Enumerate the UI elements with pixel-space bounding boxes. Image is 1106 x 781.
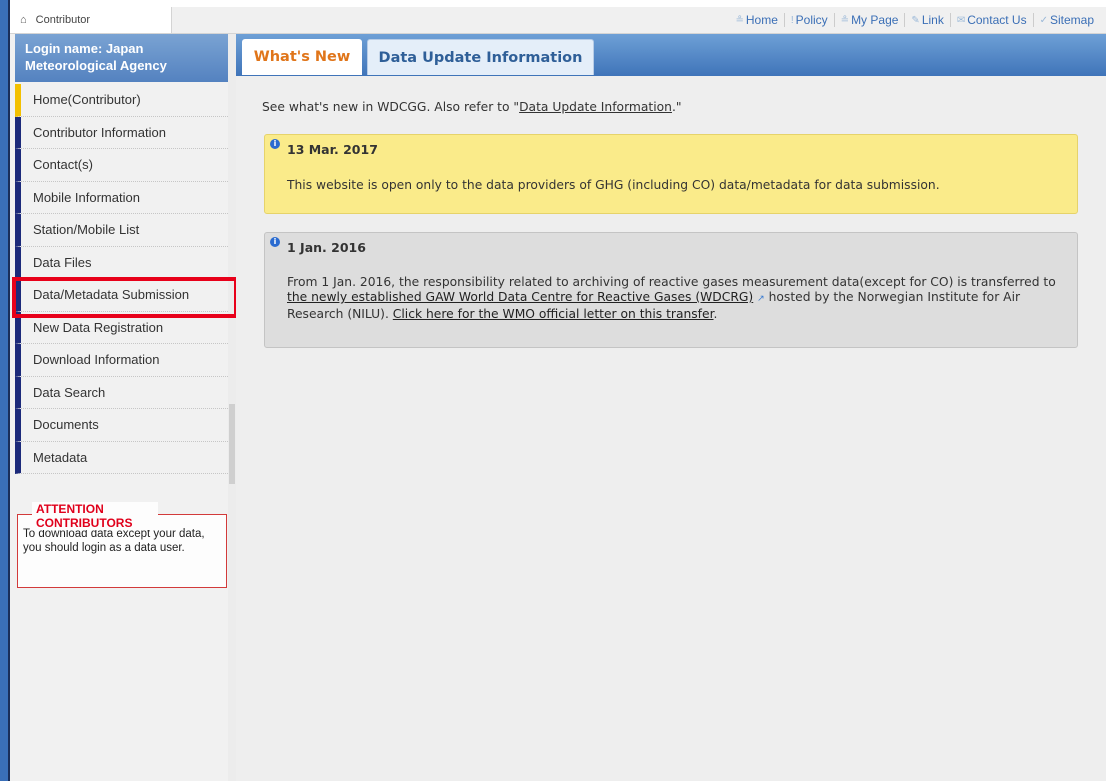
data-update-information-link[interactable]: Data Update Information	[519, 100, 672, 114]
attention-box: ATTENTION CONTRIBUTORS To download data …	[17, 502, 227, 588]
notice-body: From 1 Jan. 2016, the responsibility rel…	[287, 275, 1057, 322]
wdcrg-link[interactable]: the newly established GAW World Data Cen…	[287, 290, 753, 304]
top-link-label: Home	[745, 13, 778, 27]
user-icon: ≗	[840, 14, 850, 26]
top-link-label: Contact Us	[967, 13, 1027, 27]
tab-bar: What's New Data Update Information	[236, 34, 1106, 76]
person-icon: ≗	[735, 14, 744, 26]
top-link-contact-us[interactable]: ✉ Contact Us	[949, 13, 1033, 27]
top-link-label: My Page	[851, 13, 899, 27]
top-link-link[interactable]: ✎ Link	[904, 13, 949, 27]
login-name: Login name: Japan Meteorological Agency	[15, 34, 228, 82]
main-panel: What's New Data Update Information See w…	[236, 34, 1106, 781]
sidebar-item-contributor-information[interactable]: Contributor Information	[15, 116, 228, 149]
pencil-icon: ✎	[911, 14, 920, 26]
sidebar-item-metadata[interactable]: Metadata	[15, 441, 228, 474]
contributor-label: Contributor	[35, 14, 91, 26]
notice-date: 13 Mar. 2017	[287, 142, 378, 157]
sidebar-item-mobile-information[interactable]: Mobile Information	[15, 181, 228, 214]
wmo-letter-link[interactable]: Click here for the WMO official letter o…	[393, 307, 714, 321]
intro-text: See what's new in WDCGG. Also refer to "…	[262, 100, 682, 114]
top-link-home[interactable]: ≗ Home	[729, 13, 783, 27]
top-link-label: Policy	[795, 13, 828, 27]
sidebar-scrollbar[interactable]	[228, 34, 236, 781]
attention-title: ATTENTION CONTRIBUTORS	[32, 502, 158, 530]
notice-2016: i 1 Jan. 2016 From 1 Jan. 2016, the resp…	[264, 232, 1078, 348]
top-links: ≗ Home ! Policy ≗ My Page ✎ Link ✉ Conta…	[729, 7, 1100, 33]
top-link-label: Sitemap	[1049, 13, 1094, 27]
intro-prefix: See what's new in WDCGG. Also refer to "	[262, 100, 520, 114]
check-icon: ✓	[1039, 14, 1048, 26]
notice-date: 1 Jan. 2016	[287, 240, 366, 255]
sidebar-item-data-metadata-submission[interactable]: Data/Metadata Submission	[15, 279, 228, 312]
notice-text: .	[713, 307, 718, 321]
tab-content: See what's new in WDCGG. Also refer to "…	[236, 76, 1106, 781]
attention-text: To download data except your data, you s…	[23, 528, 205, 554]
sidebar-menu: Home(Contributor) Contributor Informatio…	[15, 84, 228, 474]
intro-suffix: ."	[671, 100, 682, 114]
notice-body: This website is open only to the data pr…	[287, 178, 940, 192]
info-icon: i	[270, 139, 280, 149]
window-edge	[0, 0, 8, 781]
scrollbar-thumb[interactable]	[229, 404, 235, 484]
top-link-policy[interactable]: ! Policy	[783, 13, 834, 27]
sidebar-item-documents[interactable]: Documents	[15, 409, 228, 442]
tab-data-update-information[interactable]: Data Update Information	[367, 39, 594, 75]
sidebar-item-home-contributor[interactable]: Home(Contributor)	[15, 84, 228, 117]
sidebar-item-data-search[interactable]: Data Search	[15, 376, 228, 409]
sidebar-item-station-mobile-list[interactable]: Station/Mobile List	[15, 214, 228, 247]
sidebar-item-new-data-registration[interactable]: New Data Registration	[15, 311, 228, 344]
home-icon: ⌂	[20, 14, 27, 26]
sidebar-item-contacts[interactable]: Contact(s)	[15, 149, 228, 182]
external-link-icon: ↗	[757, 294, 765, 304]
tab-whats-new[interactable]: What's New	[242, 39, 362, 75]
sidebar: Login name: Japan Meteorological Agency …	[10, 34, 228, 781]
top-link-label: Link	[921, 13, 944, 27]
notice-text: From 1 Jan. 2016, the responsibility rel…	[287, 275, 1056, 289]
top-link-my-page[interactable]: ≗ My Page	[833, 13, 905, 27]
notice-2017: i 13 Mar. 2017 This website is open only…	[264, 134, 1078, 214]
top-link-sitemap[interactable]: ✓ Sitemap	[1032, 13, 1100, 27]
sidebar-item-data-files[interactable]: Data Files	[15, 246, 228, 279]
mail-icon: ✉	[956, 14, 966, 26]
info-icon: i	[270, 237, 280, 247]
exclaim-icon: !	[790, 14, 794, 26]
sidebar-item-download-information[interactable]: Download Information	[15, 344, 228, 377]
contributor-tab[interactable]: ⌂ Contributor	[10, 7, 172, 33]
top-bar: ⌂ Contributor ≗ Home ! Policy ≗ My Page …	[10, 7, 1106, 34]
